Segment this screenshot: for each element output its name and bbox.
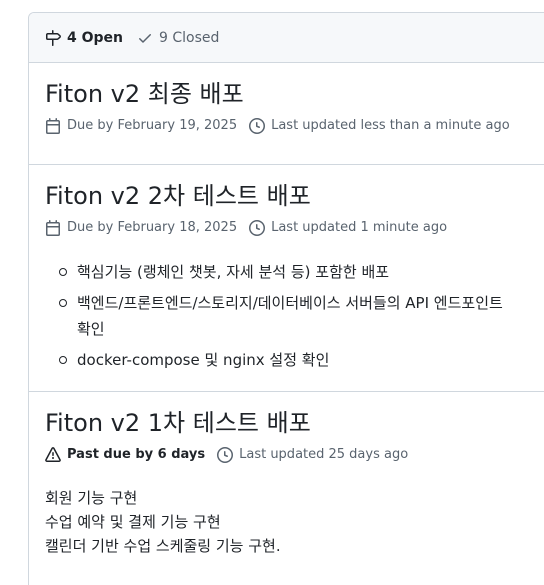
list-item: 백엔드/프론트엔드/스토리지/데이터베이스 서버들의 API 엔드포인트 확인	[57, 290, 505, 342]
milestone-icon	[46, 29, 61, 46]
due-date-text: Due by February 18, 2025	[67, 220, 238, 235]
last-updated-text: Last updated 1 minute ago	[271, 220, 448, 235]
milestone-meta: Past due by 6 days Last updated 25 days …	[45, 446, 544, 464]
closed-milestones-tab[interactable]: 9 Closed	[137, 30, 219, 46]
milestone-title-link[interactable]: Fiton v2 최종 배포	[45, 79, 544, 109]
open-milestones-tab[interactable]: 4 Open	[45, 29, 123, 46]
milestone-title-link[interactable]: Fiton v2 1차 테스트 배포	[45, 408, 544, 438]
last-updated: Last updated less than a minute ago	[249, 117, 510, 135]
milestones-panel: 4 Open 9 Closed Fiton v2 최종 배포 Due by Fe…	[28, 12, 544, 585]
clock-icon	[217, 447, 234, 463]
milestone-description: 핵심기능 (랭체인 챗봇, 자세 분석 등) 포함한 배포 백엔드/프론트엔드/…	[45, 259, 544, 373]
list-item: docker-compose 및 nginx 설정 확인	[57, 347, 505, 373]
check-icon	[139, 33, 151, 43]
description-line: 수업 예약 및 결제 기능 구현	[45, 513, 221, 531]
clock-icon	[249, 220, 266, 236]
due-date-text: Due by February 19, 2025	[67, 118, 238, 133]
milestone-item: Fiton v2 최종 배포 Due by February 19, 2025 …	[29, 63, 544, 165]
last-updated-text: Last updated less than a minute ago	[271, 118, 510, 133]
last-updated: Last updated 25 days ago	[217, 446, 408, 464]
calendar-icon	[46, 118, 60, 134]
milestone-item: Fiton v2 2차 테스트 배포 Due by February 18, 2…	[29, 165, 544, 392]
list-item: 핵심기능 (랭체인 챗봇, 자세 분석 등) 포함한 배포	[57, 259, 505, 285]
calendar-icon	[46, 220, 60, 236]
past-due-text: Past due by 6 days	[67, 447, 206, 462]
due-date: Due by February 18, 2025	[45, 219, 237, 237]
open-count-label: 4 Open	[67, 29, 123, 46]
last-updated: Last updated 1 minute ago	[249, 219, 447, 237]
due-date: Due by February 19, 2025	[45, 117, 237, 135]
alert-icon	[45, 447, 61, 462]
description-list: 핵심기능 (랭체인 챗봇, 자세 분석 등) 포함한 배포 백엔드/프론트엔드/…	[45, 259, 505, 373]
description-line: 캘린더 기반 수업 스케줄링 기능 구현.	[45, 537, 281, 555]
closed-count-label: 9 Closed	[159, 29, 220, 46]
milestones-header: 4 Open 9 Closed	[29, 13, 544, 63]
milestone-meta: Due by February 19, 2025 Last updated le…	[45, 117, 544, 135]
description-line: 회원 기능 구현	[45, 489, 138, 507]
milestone-title-link[interactable]: Fiton v2 2차 테스트 배포	[45, 181, 544, 211]
milestone-item: Fiton v2 1차 테스트 배포 Past due by 6 days La…	[29, 392, 544, 585]
milestone-meta: Due by February 18, 2025 Last updated 1 …	[45, 219, 544, 237]
clock-icon	[249, 118, 266, 134]
last-updated-text: Last updated 25 days ago	[239, 447, 409, 462]
milestone-description: 회원 기능 구현 수업 예약 및 결제 기능 구현 캘린더 기반 수업 스케줄링…	[45, 486, 544, 558]
past-due: Past due by 6 days	[45, 446, 205, 464]
